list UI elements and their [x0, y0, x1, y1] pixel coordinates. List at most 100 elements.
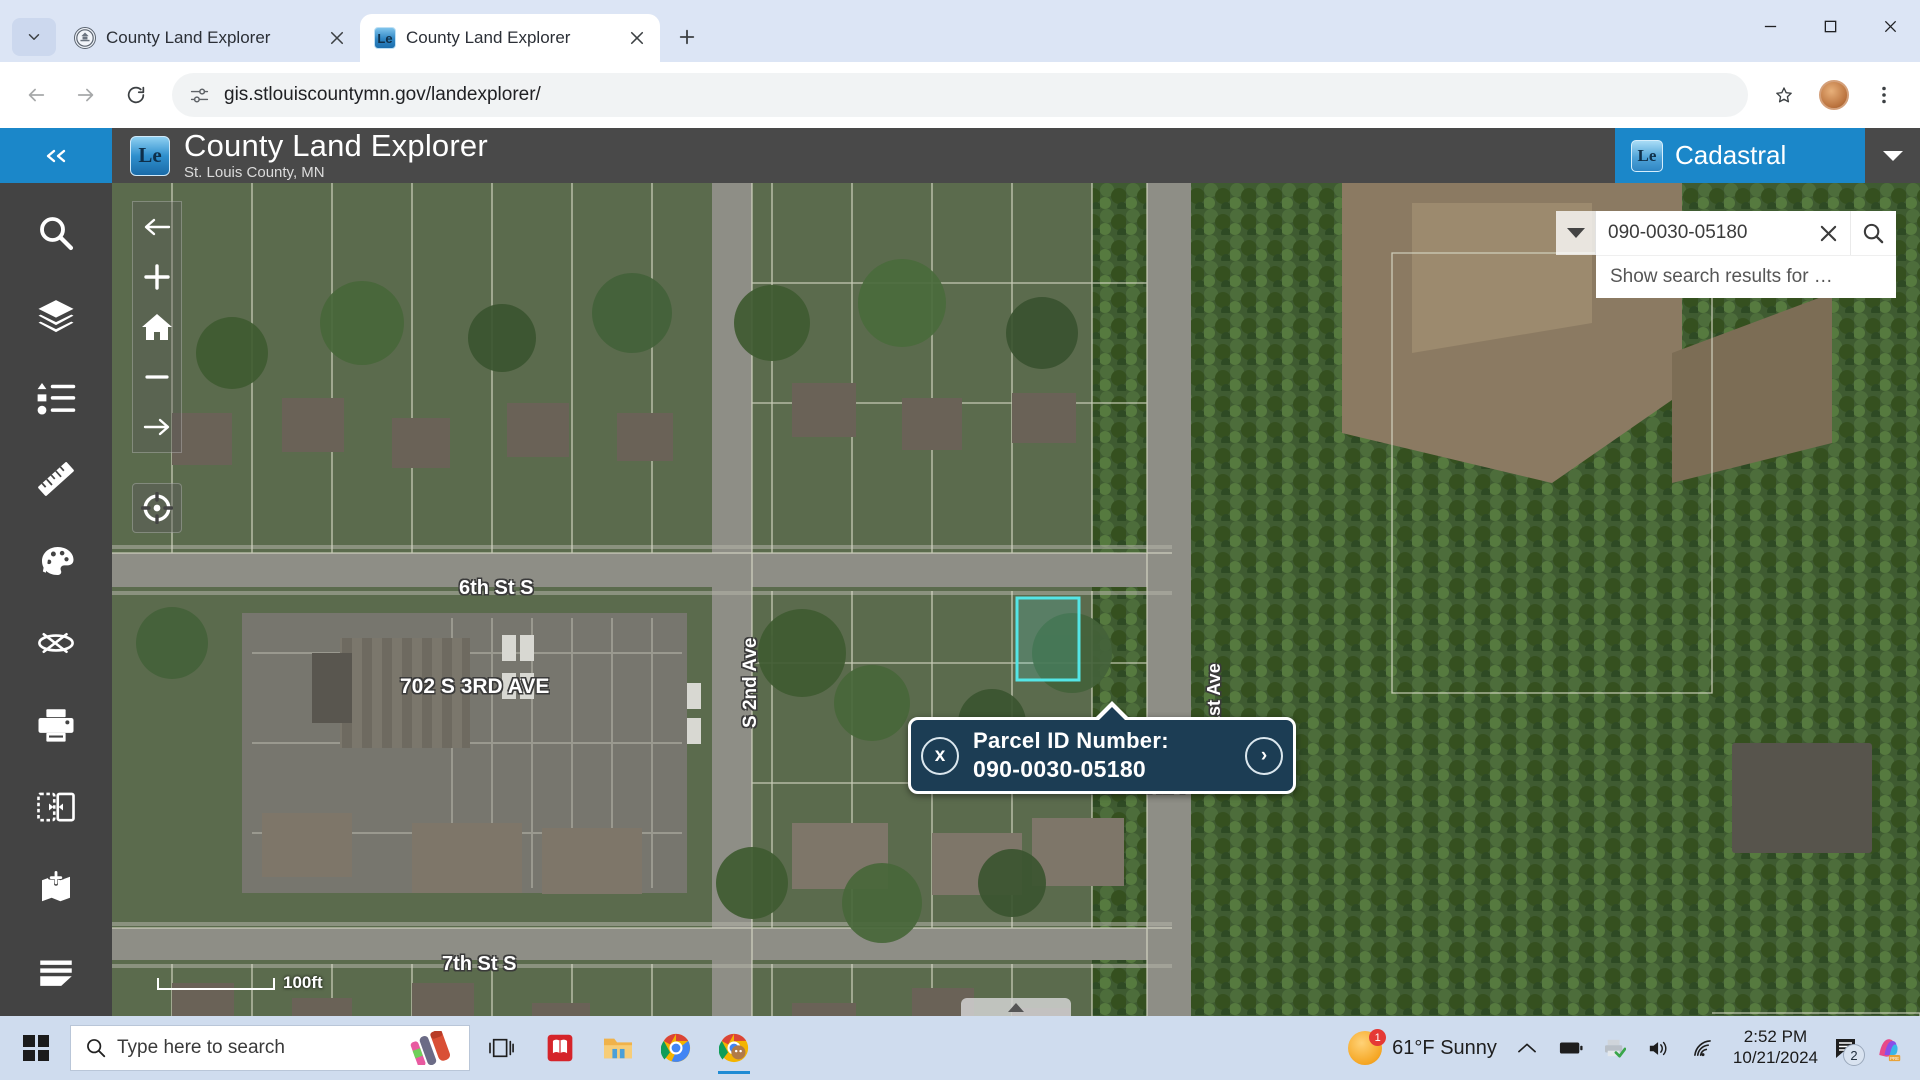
sidebar-item-notes[interactable] [25, 945, 87, 997]
search-category-dropdown[interactable] [1556, 211, 1596, 255]
search-submit-button[interactable] [1850, 211, 1896, 255]
clock-time: 2:52 PM [1743, 1027, 1808, 1047]
close-window-button[interactable] [1860, 0, 1920, 52]
sidebar-collapse-button[interactable] [0, 128, 112, 183]
crosshair-locate-icon [141, 492, 173, 524]
browser-window: County Land Explorer Le County Land Expl… [0, 0, 1920, 1080]
chrome-icon [661, 1033, 691, 1063]
zoom-in-button[interactable] [132, 252, 182, 302]
notification-count: 2 [1843, 1044, 1865, 1066]
map-selector-dropdown-button[interactable] [1865, 128, 1920, 183]
chevron-up-icon [1517, 1043, 1536, 1053]
map-canvas[interactable]: Show search results for … 6th St S 702 S… [112, 183, 1920, 1016]
minus-icon [145, 375, 169, 379]
profile-button[interactable] [1812, 73, 1856, 117]
chevron-down-icon [1882, 150, 1903, 161]
close-icon [630, 31, 644, 45]
printer-status-button[interactable] [1601, 1038, 1629, 1058]
sidebar-item-layers[interactable] [25, 289, 87, 341]
popup-next-button[interactable]: › [1245, 736, 1283, 775]
chrome-button[interactable] [650, 1020, 702, 1076]
ruler-icon [38, 462, 74, 496]
url-text: gis.stlouiscountymn.gov/landexplorer/ [224, 84, 541, 105]
battery-button[interactable] [1557, 1041, 1585, 1055]
notification-center-button[interactable]: 2 [1834, 1036, 1865, 1066]
zoom-out-button[interactable] [132, 352, 182, 402]
kebab-menu-icon [1882, 86, 1886, 104]
book-app-icon [547, 1034, 573, 1062]
map-selector: Le Cadastral [1615, 128, 1920, 183]
taskbar-search-box[interactable]: Type here to search [70, 1025, 470, 1071]
browser-menu-button[interactable] [1862, 73, 1906, 117]
parcel-popup: x Parcel ID Number: 090-0030-05180 › [908, 701, 1296, 794]
home-extent-button[interactable] [132, 302, 182, 352]
weather-text: 61°F Sunny [1392, 1036, 1497, 1059]
network-button[interactable] [1689, 1039, 1717, 1058]
show-hidden-icons-button[interactable] [1513, 1042, 1541, 1054]
copilot-button[interactable]: PRE [1874, 1033, 1902, 1063]
scale-bar-label: 100ft [283, 973, 323, 992]
site-settings-icon[interactable] [188, 84, 210, 106]
weather-widget[interactable]: 1 61°F Sunny [1348, 1029, 1497, 1065]
forward-button[interactable] [64, 73, 108, 117]
sidebar-item-measure[interactable] [25, 453, 87, 505]
sidebar-item-search[interactable] [25, 207, 87, 259]
start-button[interactable] [8, 1020, 64, 1076]
arrow-left-icon [28, 88, 45, 102]
window-controls [1740, 0, 1920, 52]
sidebar-item-legend[interactable] [25, 371, 87, 423]
chevron-up-icon [1008, 1002, 1024, 1012]
clear-search-button[interactable] [1815, 224, 1842, 243]
cadastral-map-button[interactable]: Le Cadastral [1615, 128, 1865, 183]
sidebar-item-swipe[interactable] [25, 781, 87, 833]
browser-tab-1[interactable]: County Land Explorer [60, 14, 360, 62]
cadastral-logo-icon: Le [1631, 139, 1663, 172]
chrome-icon [719, 1033, 749, 1063]
minimize-button[interactable] [1740, 0, 1800, 52]
reload-button[interactable] [114, 73, 158, 117]
scale-bar-line [157, 978, 275, 990]
reload-icon [127, 86, 145, 104]
clock[interactable]: 2:52 PM 10/21/2024 [1733, 1027, 1818, 1068]
bottom-panel-handle[interactable] [961, 998, 1071, 1016]
tab-close-button[interactable] [324, 25, 350, 51]
maximize-button[interactable] [1800, 0, 1860, 52]
locate-me-button[interactable] [132, 483, 182, 533]
sidebar-item-print[interactable] [25, 699, 87, 751]
windows-taskbar: Type here to search 1 61°F Sunny 2:52 PM… [0, 1016, 1920, 1080]
star-icon [1776, 87, 1792, 103]
arrow-right-icon [77, 88, 94, 102]
sidebar-item-add-map[interactable] [25, 863, 87, 915]
url-bar[interactable]: gis.stlouiscountymn.gov/landexplorer/ [172, 73, 1748, 117]
weather-badge-count: 1 [1369, 1029, 1387, 1046]
chevron-down-icon [1566, 228, 1585, 238]
new-tab-button[interactable] [668, 18, 706, 56]
search-icon [87, 1039, 106, 1058]
battery-icon [1559, 1042, 1583, 1054]
popup-label: Parcel ID Number: [973, 728, 1169, 753]
reader-app-button[interactable] [534, 1020, 586, 1076]
back-button[interactable] [14, 73, 58, 117]
task-view-icon [489, 1038, 514, 1058]
browser-tab-2[interactable]: Le County Land Explorer [360, 14, 660, 62]
le-logo-icon: Le [374, 27, 396, 49]
file-explorer-button[interactable] [592, 1020, 644, 1076]
chrome-active-button[interactable] [708, 1020, 760, 1076]
tab-close-button[interactable] [624, 25, 650, 51]
sidebar-item-select[interactable] [25, 617, 87, 669]
volume-button[interactable] [1645, 1039, 1673, 1058]
tab-search-button[interactable] [12, 18, 56, 56]
previous-extent-button[interactable] [132, 202, 182, 252]
search-icon [1863, 223, 1884, 243]
sidebar-item-draw[interactable] [25, 535, 87, 587]
next-extent-button[interactable] [132, 402, 182, 452]
bookmark-button[interactable] [1762, 73, 1806, 117]
search-suggestion[interactable]: Show search results for … [1596, 255, 1896, 298]
avatar [1819, 80, 1849, 110]
search-input[interactable] [1608, 222, 1816, 244]
legend-list-icon [37, 383, 76, 415]
search-input-wrapper[interactable] [1596, 211, 1850, 255]
popup-close-button[interactable]: x [921, 736, 959, 775]
task-view-button[interactable] [476, 1020, 528, 1076]
printer-icon [38, 709, 74, 742]
